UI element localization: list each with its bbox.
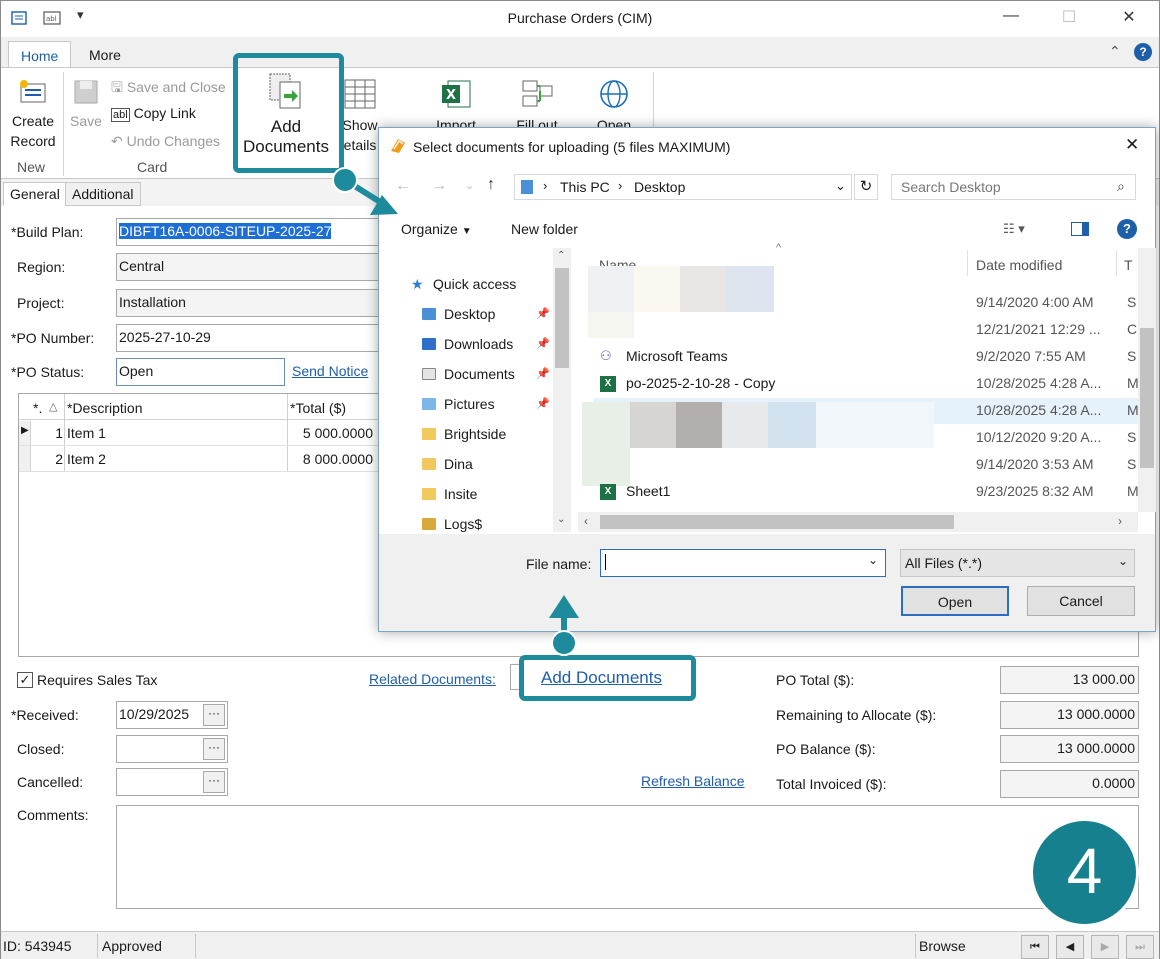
arrow-to-file-name: [549, 595, 579, 656]
annotation-overlay: [332, 167, 579, 656]
arrow-to-dialog: [332, 167, 398, 215]
step-number-badge: 4: [1030, 818, 1139, 927]
